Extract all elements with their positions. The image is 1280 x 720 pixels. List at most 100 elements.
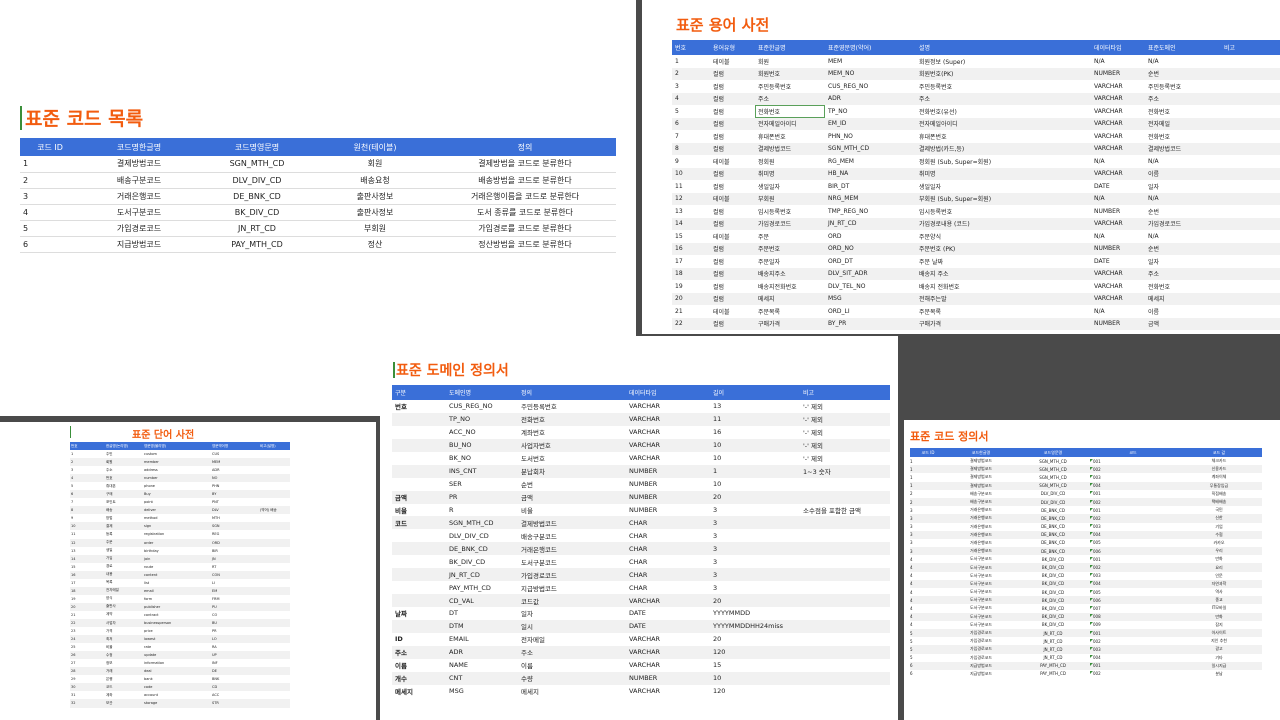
table-cell: N/A	[1094, 307, 1105, 315]
column-header: 표준도메인	[1145, 40, 1221, 55]
table-cell: 보관	[105, 699, 143, 708]
table-cell	[259, 595, 290, 603]
table-cell: 기업	[1215, 523, 1223, 529]
table-cell: 컬럼	[713, 208, 725, 216]
table-cell: email	[143, 586, 211, 595]
table-cell: MEM	[211, 458, 259, 467]
table-cell: 전화번호(유선)	[919, 108, 957, 116]
table-cell: 3	[710, 516, 800, 530]
table-cell: 22	[70, 618, 105, 628]
table-cell: TP_NO	[828, 107, 848, 115]
table-cell	[259, 579, 290, 587]
table-cell	[392, 464, 446, 478]
table-header-row: 코드 ID 코드한글명 코드영문명 코드 코드 값	[910, 448, 1262, 457]
table-cell	[259, 627, 290, 635]
table-cell	[800, 607, 890, 620]
table-cell: NO	[211, 474, 259, 483]
table-cell: 120	[710, 645, 800, 659]
table-cell: VARCHAR	[1094, 282, 1123, 290]
table-cell: 종교	[1176, 596, 1262, 605]
table-cell: PU	[211, 602, 259, 611]
table-cell: 출판사	[105, 602, 143, 611]
table-cell: 도서 종류를 코드로 분류한다	[434, 204, 616, 221]
table-cell: 18	[70, 586, 105, 595]
table-cell: 15	[675, 232, 683, 240]
table-cell: 취미명	[916, 167, 1091, 180]
table-cell	[1221, 117, 1280, 130]
table-cell: 회원번호	[755, 67, 825, 80]
table-cell: LI	[212, 580, 215, 585]
comment-marker-icon	[1090, 507, 1093, 511]
table-cell: DATE	[629, 609, 646, 618]
table-cell: 인문	[1215, 572, 1223, 578]
table-row: 12 주문 order ORD	[70, 538, 290, 547]
code-definition-table: 코드 ID 코드한글명 코드영문명 코드 코드 값 1 결제방법코드 SGN_MTH_CD 0…	[910, 448, 1262, 678]
comment-marker-icon	[1090, 630, 1093, 634]
table-row: 22 컬럼 구매가격 BY_PR 구매가격 NUMBER 금액	[672, 317, 1280, 330]
comment-marker-icon	[1090, 597, 1093, 601]
table-cell: BK_DIV_CD	[1016, 563, 1090, 572]
table-cell: 가입경로코드	[755, 217, 825, 230]
table-cell: 도서구분코드	[946, 612, 1016, 621]
table-cell: 002	[1090, 670, 1176, 678]
table-cell: 4	[910, 589, 913, 595]
table-cell: 테이블	[713, 308, 730, 316]
table-cell: SGN_MTH_CD	[1016, 481, 1090, 490]
table-row: INS_CNT 분납회차 NUMBER 1 1~3 숫자	[392, 464, 890, 478]
table-row: 16 내용 content CON	[70, 570, 290, 579]
table-cell	[259, 466, 290, 474]
table-cell	[259, 691, 290, 699]
table-cell: PAY_MTH_CD	[1016, 661, 1090, 670]
table-cell: 6	[70, 490, 105, 499]
table-cell: custom	[144, 452, 157, 457]
column-header: 정의	[434, 138, 616, 156]
table-cell: 9	[71, 516, 74, 521]
table-row: 주소 ADR 주소 VARCHAR 120	[392, 645, 890, 659]
table-row: TP_NO 전화번호 VARCHAR 11 '-' 제외	[392, 412, 890, 426]
table-cell: 자연과학	[1176, 579, 1262, 588]
table-row: 25 비율 rate RA	[70, 643, 290, 651]
slide-title: 표준 도메인 정의서	[396, 363, 509, 379]
table-cell: 회원	[316, 156, 434, 173]
table-cell: 주민등록번호	[919, 83, 953, 91]
table-cell: DE_BNK_CD	[1041, 524, 1065, 530]
table-cell	[1221, 192, 1280, 205]
table-row: 10 결제 sign SGN	[70, 522, 290, 531]
table-cell: 4	[70, 474, 105, 483]
table-cell: JN	[211, 554, 259, 563]
table-cell: BK_DIV_CD	[1016, 596, 1090, 605]
comment-marker-icon	[1090, 491, 1093, 495]
table-cell: YYYYMMDD	[713, 609, 751, 618]
table-cell: 001	[1090, 490, 1176, 498]
comment-marker-icon	[1090, 458, 1093, 462]
table-cell: BK_DIV_CD	[1016, 612, 1090, 621]
column-header: 데이터타입	[626, 385, 710, 400]
table-cell: 17	[675, 257, 683, 265]
table-row: 6 구매 Buy BY	[70, 490, 290, 499]
column-header: 구분	[392, 385, 446, 400]
table-cell: 내용	[105, 570, 143, 579]
table-cell: 주소	[1145, 92, 1221, 105]
table-cell: 3	[71, 468, 74, 473]
table-cell: ORD	[211, 538, 259, 547]
table-cell: 23	[71, 629, 76, 634]
table-cell: 주소	[755, 92, 825, 105]
table-cell: 이름	[395, 662, 407, 671]
table-cell: 배송요청	[316, 172, 434, 189]
table-cell: 004	[1090, 654, 1176, 662]
table-cell: CUS_REG_NO	[449, 402, 493, 411]
table-cell: 가입경로코드	[80, 220, 198, 237]
column-header: 코드명한글명	[80, 138, 198, 156]
comment-marker-icon	[1090, 622, 1093, 626]
table-cell: 20	[710, 594, 800, 607]
table-cell: SGN_MTH_CD	[446, 516, 518, 530]
table-cell: 지급방법코드	[946, 661, 1016, 670]
table-cell: REG	[212, 532, 220, 537]
table-row: 1 결제방법코드 SGN_MTH_CD 001 체크카드	[910, 457, 1262, 465]
table-cell: CD_VAL	[446, 594, 518, 607]
table-cell: JN_RT_CD	[198, 220, 316, 237]
table-cell: SGN_MTH_CD	[1039, 458, 1067, 464]
table-row: 17 컬럼 주문일자 ORD_DT 주문 날짜 DATE 일자	[672, 255, 1280, 268]
table-cell: 6	[20, 236, 80, 253]
table-cell	[800, 659, 890, 672]
